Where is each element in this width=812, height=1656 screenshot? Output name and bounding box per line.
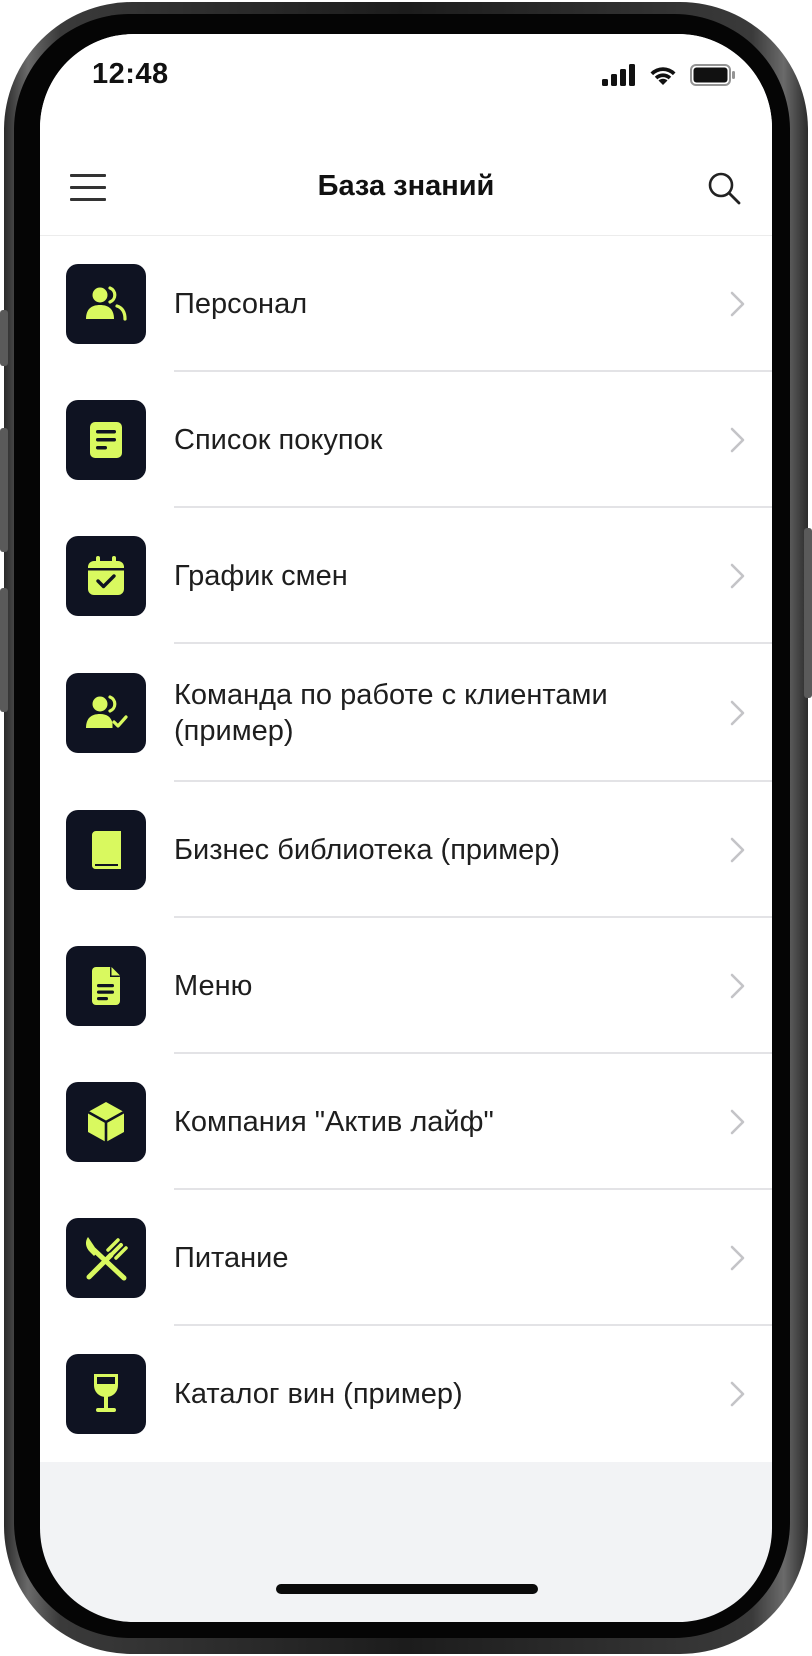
search-icon[interactable]	[706, 170, 742, 206]
list-item-label: Персонал	[174, 288, 308, 320]
list-item-label: Питание	[174, 1242, 289, 1274]
wine-glass-icon	[66, 1354, 146, 1434]
list-item-label: График смен	[174, 560, 348, 592]
chevron-right-icon	[730, 700, 745, 726]
navigation-bar: База знаний	[40, 114, 772, 236]
list-item-company[interactable]: Компания "Актив лайф"	[40, 1054, 772, 1190]
list-item-label: Бизнес библиотека (пример)	[174, 834, 561, 866]
side-button-power	[804, 528, 812, 698]
chevron-right-icon	[730, 837, 745, 863]
status-bar: 12:48	[40, 34, 772, 114]
chevron-right-icon	[730, 973, 745, 999]
cube-icon	[66, 1082, 146, 1162]
list-item-label: Меню	[174, 970, 253, 1002]
list-item-menu[interactable]: Меню	[40, 918, 772, 1054]
list-item-client-team[interactable]: Команда по работе с клиентами (пример)	[40, 644, 772, 782]
phone-mockup: 12:48 База знаний Персонал Список покупо…	[0, 0, 812, 1656]
side-button-silent	[0, 310, 8, 366]
list-item-label: Каталог вин (пример)	[174, 1378, 463, 1410]
cellular-signal-icon	[602, 64, 635, 86]
list-item-label: Команда по работе с клиентами (пример)	[174, 679, 608, 747]
knowledge-base-list: Персонал Список покупок График смен Кома…	[40, 236, 772, 1462]
document-icon	[66, 946, 146, 1026]
chevron-right-icon	[730, 1109, 745, 1135]
list-item-shift-schedule[interactable]: График смен	[40, 508, 772, 644]
book-icon	[66, 810, 146, 890]
user-check-icon	[66, 673, 146, 753]
chevron-right-icon	[730, 291, 745, 317]
users-icon	[66, 264, 146, 344]
battery-icon	[690, 64, 735, 86]
list-item-shopping-list[interactable]: Список покупок	[40, 372, 772, 508]
app-screen: 12:48 База знаний Персонал Список покупо…	[40, 34, 772, 1622]
list-item-personnel[interactable]: Персонал	[40, 236, 772, 372]
status-icons	[602, 64, 736, 86]
page-title: База знаний	[317, 170, 495, 202]
home-indicator[interactable]	[276, 1584, 538, 1594]
side-button-volume-down	[0, 588, 8, 712]
chevron-right-icon	[730, 1381, 745, 1407]
fork-knife-icon	[66, 1218, 146, 1298]
status-time: 12:48	[92, 58, 169, 90]
chevron-right-icon	[730, 427, 745, 453]
list-item-business-library[interactable]: Бизнес библиотека (пример)	[40, 782, 772, 918]
list-item-wine-catalog[interactable]: Каталог вин (пример)	[40, 1326, 772, 1462]
list-item-nutrition[interactable]: Питание	[40, 1190, 772, 1326]
side-button-volume-up	[0, 428, 8, 552]
note-icon	[66, 400, 146, 480]
chevron-right-icon	[730, 563, 745, 589]
calendar-check-icon	[66, 536, 146, 616]
list-item-label: Компания "Актив лайф"	[174, 1106, 494, 1138]
wifi-icon	[650, 67, 676, 85]
list-item-label: Список покупок	[174, 424, 383, 456]
chevron-right-icon	[730, 1245, 745, 1271]
